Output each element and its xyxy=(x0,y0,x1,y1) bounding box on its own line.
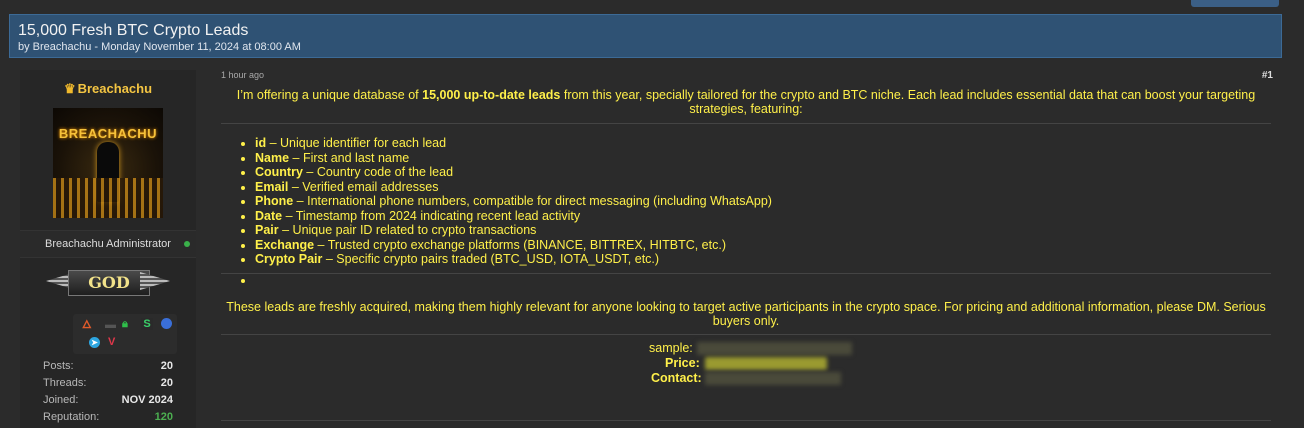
right-wing-icon xyxy=(140,272,170,290)
stat-posts: Posts: 20 xyxy=(43,360,173,377)
list-item: Crypto Pair – Specific crypto pairs trad… xyxy=(255,252,772,267)
list-item: Phone – International phone numbers, com… xyxy=(255,194,772,209)
stat-label: Joined: xyxy=(43,394,79,406)
field-desc: – First and last name xyxy=(289,150,410,165)
list-item: Date – Timestamp from 2024 indicating re… xyxy=(255,209,772,224)
list-item: Name – First and last name xyxy=(255,151,772,166)
sample-line: sample: xyxy=(635,341,875,356)
rank-badge-label: GOD xyxy=(68,270,150,296)
user-role-row: Breachachu Administrator xyxy=(20,230,196,258)
user-stats: Posts: 20 Threads: 20 Joined: NOV 2024 R… xyxy=(43,360,173,428)
award-flame-icon[interactable]: 🜂 xyxy=(82,319,92,331)
intro-bold: 15,000 up-to-date leads xyxy=(422,88,561,102)
lock-icon[interactable]: 🔒︎ xyxy=(122,318,128,330)
telegram-icon[interactable]: ➤ xyxy=(89,337,100,348)
divider xyxy=(221,273,1271,274)
s-badge-icon[interactable]: S xyxy=(141,318,153,330)
field-name: Country xyxy=(255,165,303,179)
user-awards: 🜂 ▬ 🔒︎ S ➤ V xyxy=(73,314,177,354)
avatar-text: BREACHACHU xyxy=(58,126,158,141)
stat-reputation: Reputation: 120 xyxy=(43,411,173,428)
contact-label: Contact: xyxy=(651,371,702,385)
field-name: Name xyxy=(255,150,290,165)
field-desc: – Country code of the lead xyxy=(302,165,454,179)
field-name: Phone xyxy=(255,194,294,208)
list-item: Exchange – Trusted crypto exchange platf… xyxy=(255,238,772,253)
field-desc: – Unique identifier for each lead xyxy=(266,136,447,150)
field-name: Email xyxy=(255,179,289,194)
post-outro: These leads are freshly acquired, making… xyxy=(226,300,1266,328)
sample-label: sample: xyxy=(649,341,693,355)
stat-joined: Joined: NOV 2024 xyxy=(43,394,173,411)
post-body: 1 hour ago #1 I’m offering a unique data… xyxy=(205,70,1285,428)
redacted-contact xyxy=(705,372,841,385)
field-desc: – Unique pair ID related to crypto trans… xyxy=(278,223,537,237)
intro-text: from this year, specially tailored for t… xyxy=(560,88,1256,116)
contact-line: Contact: xyxy=(635,371,875,386)
list-item: id – Unique identifier for each lead xyxy=(255,136,772,151)
top-right-button[interactable] xyxy=(1191,0,1279,7)
username-link[interactable]: ♛ Breachachu xyxy=(20,81,196,97)
thread-header: 15,000 Fresh BTC Crypto Leads by Breacha… xyxy=(9,14,1282,58)
field-desc: – Verified email addresses xyxy=(288,179,439,194)
field-name: id xyxy=(255,136,267,150)
post-intro: I’m offering a unique database of 15,000… xyxy=(221,88,1271,116)
list-item: Email – Verified email addresses xyxy=(255,180,772,195)
list-item: Country – Country code of the lead xyxy=(255,165,772,180)
redacted-sample xyxy=(697,342,852,355)
thread-title: 15,000 Fresh BTC Crypto Leads xyxy=(18,22,249,39)
divider xyxy=(221,420,1271,421)
field-list: id – Unique identifier for each lead Nam… xyxy=(239,136,772,287)
divider xyxy=(221,123,1271,124)
chat-icon[interactable] xyxy=(161,318,172,329)
avatar[interactable]: BREACHACHU xyxy=(53,108,163,218)
field-desc: – Timestamp from 2024 indicating recent … xyxy=(282,208,581,223)
field-name: Pair xyxy=(255,223,279,237)
username-text: Breachachu xyxy=(77,81,153,96)
sample-block: sample: Price: Contact: xyxy=(635,341,875,386)
intro-text: I’m offering a unique database of xyxy=(236,88,423,102)
divider xyxy=(221,334,1271,335)
stat-label: Posts: xyxy=(43,360,74,372)
field-name: Date xyxy=(255,208,283,223)
avatar-background xyxy=(53,178,163,218)
user-role-text: Breachachu Administrator xyxy=(45,238,171,250)
price-label: Price: xyxy=(665,356,700,370)
crown-icon: ♛ xyxy=(63,81,76,96)
post-timestamp[interactable]: 1 hour ago xyxy=(221,70,264,80)
post-number[interactable]: #1 xyxy=(1262,70,1273,81)
stat-label: Reputation: xyxy=(43,411,100,423)
field-name: Exchange xyxy=(255,237,315,252)
field-desc: – International phone numbers, compatibl… xyxy=(293,194,772,208)
field-name: Crypto Pair xyxy=(255,252,323,266)
thread-byline: by Breachachu - Monday November 11, 2024… xyxy=(18,41,301,53)
stat-label: Threads: xyxy=(43,377,87,389)
rank-badge: GOD xyxy=(46,266,170,300)
stat-value: 20 xyxy=(160,377,173,389)
stat-threads: Threads: 20 xyxy=(43,377,173,394)
list-item: Pair – Unique pair ID related to crypto … xyxy=(255,223,772,238)
price-line: Price: xyxy=(635,356,875,371)
field-desc: – Specific crypto pairs traded (BTC_USD,… xyxy=(322,252,660,266)
empty-list-item xyxy=(255,273,772,288)
user-panel: ♛ Breachachu BREACHACHU Breachachu Admini… xyxy=(20,70,196,428)
field-desc: – Trusted crypto exchange platforms (BIN… xyxy=(314,237,726,252)
v-badge-icon[interactable]: V xyxy=(108,336,115,348)
online-status-icon xyxy=(184,241,190,247)
stat-value: 20 xyxy=(160,360,173,372)
award-dash-icon[interactable]: ▬ xyxy=(105,319,116,331)
redacted-price xyxy=(705,357,827,370)
stat-value: NOV 2024 xyxy=(121,394,173,406)
stat-value[interactable]: 120 xyxy=(155,411,173,428)
